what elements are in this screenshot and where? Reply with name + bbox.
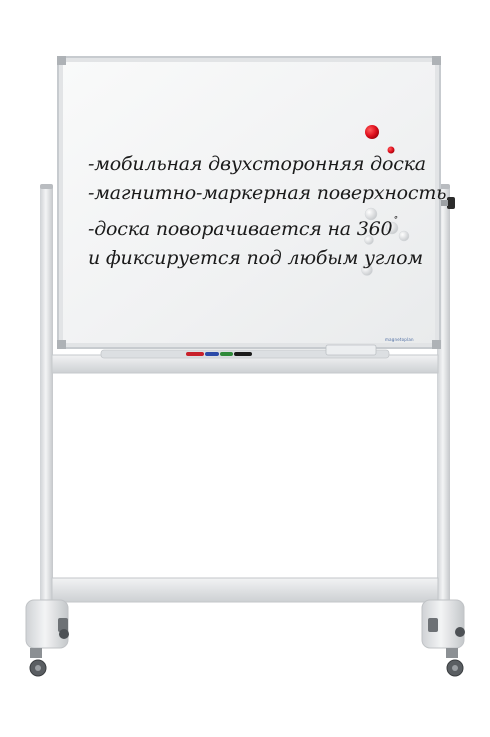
lower-crossbar: [51, 577, 439, 603]
stand-feet: [25, 599, 465, 649]
feature-line-3: -доска поворачивается на 360˚: [88, 208, 418, 244]
feature-line-4: и фиксируется под любым углом: [88, 247, 423, 269]
feature-line-2: -магнитно-маркерная поверхность: [88, 182, 447, 204]
feature-line-1: -мобильная двухсторонняя доска: [88, 153, 426, 175]
feature-line-3-text: -доска поворачивается на 360: [88, 218, 393, 240]
brand-logo: magnetoplan: [385, 337, 414, 342]
rotation-knob-icon: [447, 197, 455, 209]
mobile-whiteboard-photo: -мобильная двухсторонняя доска -магнитно…: [0, 0, 490, 737]
left-post: [40, 186, 53, 621]
caster-wheel-icon: [29, 618, 465, 677]
degree-symbol: ˚: [392, 217, 398, 228]
eraser-icon: [325, 344, 377, 356]
board-handwritten-text: -мобильная двухсторонняя доска -магнитно…: [88, 150, 447, 273]
whiteboard-illustration: [25, 56, 465, 677]
